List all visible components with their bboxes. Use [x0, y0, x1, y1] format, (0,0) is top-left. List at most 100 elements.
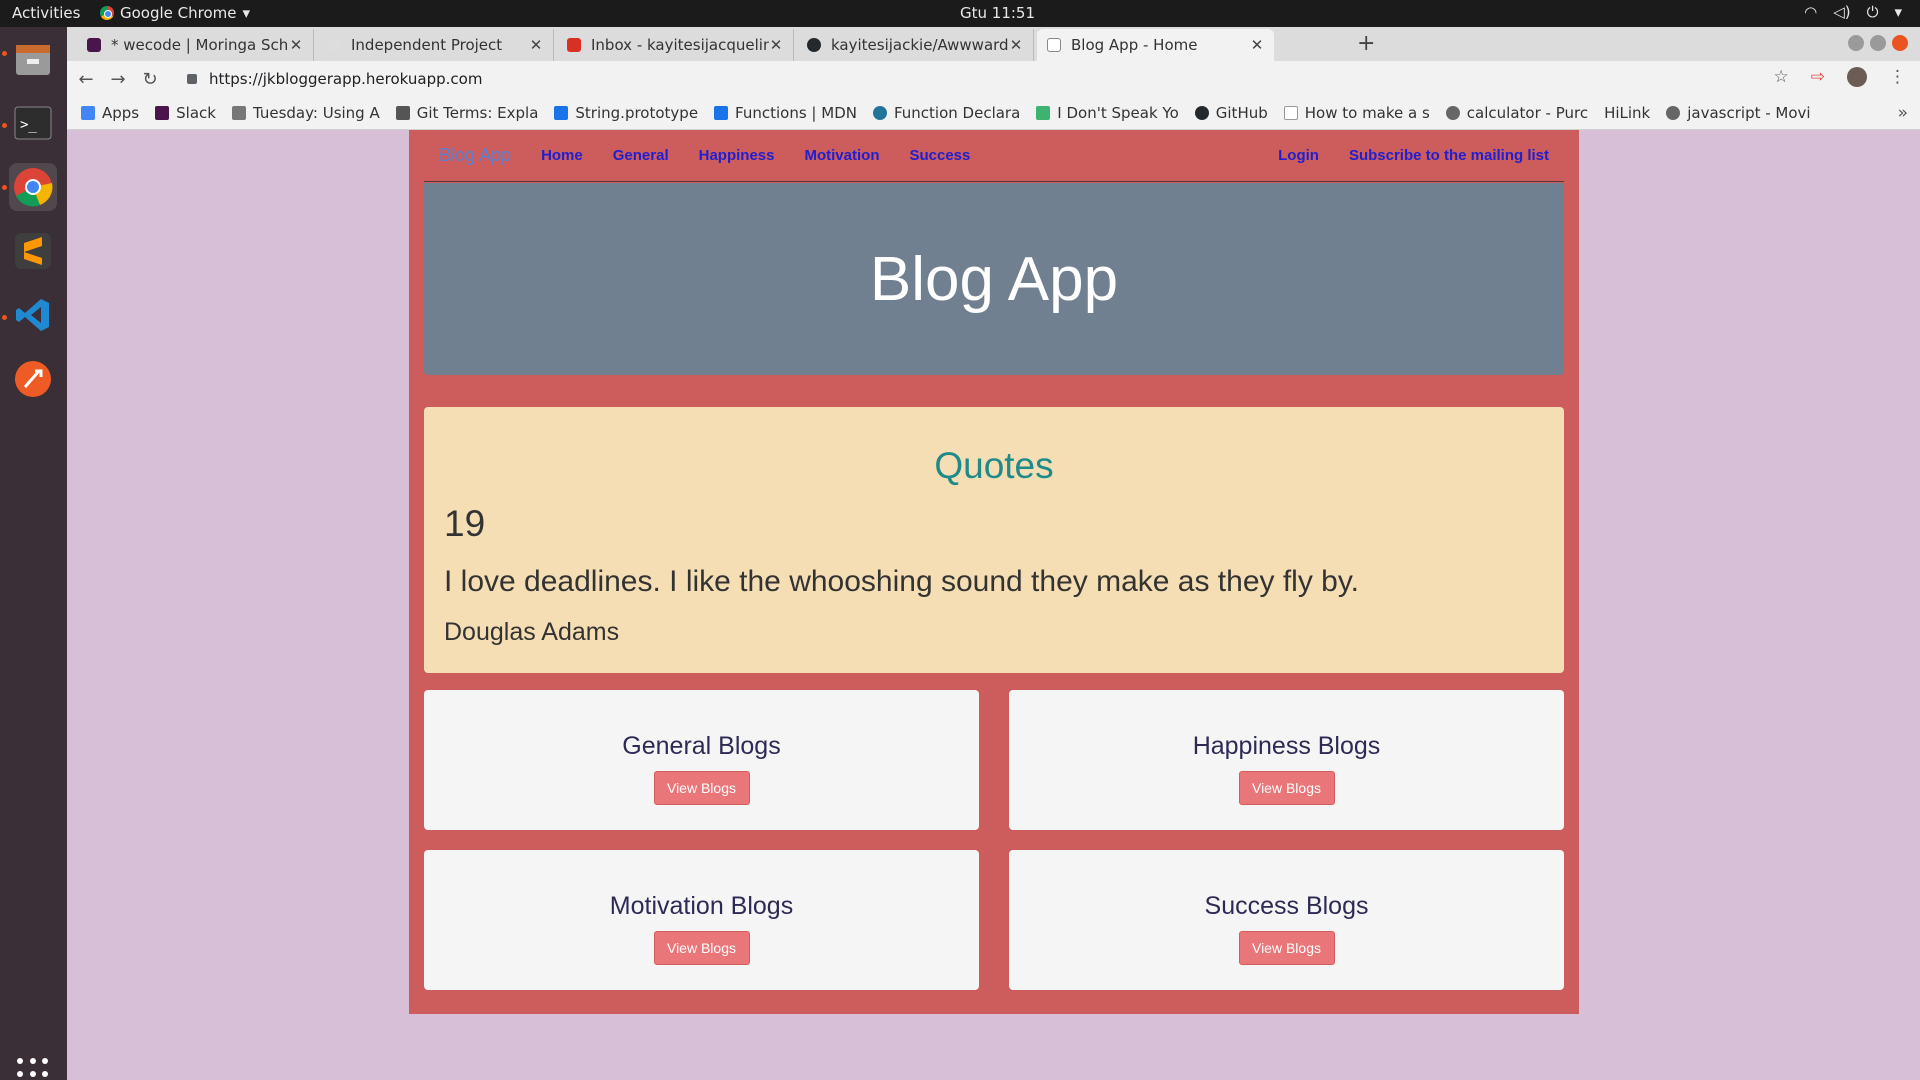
- files-icon: [16, 45, 50, 75]
- card-title: Success Blogs: [1204, 892, 1369, 920]
- postman-icon: [15, 361, 51, 397]
- minimize-button[interactable]: [1848, 35, 1864, 51]
- sublime-text-icon: [15, 233, 51, 269]
- bookmark-dont-speak[interactable]: I Don't Speak Yo: [1036, 104, 1179, 122]
- bookmark-string-prototype[interactable]: String.prototype: [554, 104, 698, 122]
- view-blogs-button[interactable]: View Blogs: [1238, 931, 1335, 965]
- forward-arrow-icon[interactable]: →: [105, 69, 131, 90]
- menu-kebab-icon[interactable]: ⋮: [1889, 67, 1906, 87]
- nav-link-subscribe[interactable]: Subscribe to the mailing list: [1349, 147, 1549, 164]
- bookmark-label: String.prototype: [575, 104, 699, 122]
- bookmark-label: HiLink: [1604, 104, 1651, 122]
- navbar-brand[interactable]: Blog App: [439, 145, 511, 166]
- globe-icon: [1666, 106, 1681, 120]
- nav-link-success[interactable]: Success: [909, 147, 970, 164]
- bookmark-label: Tuesday: Using A: [252, 104, 380, 122]
- nav-link-login[interactable]: Login: [1278, 147, 1319, 164]
- github-icon: [1194, 106, 1209, 120]
- bookmark-apps[interactable]: Apps: [81, 104, 139, 122]
- show-applications-icon[interactable]: [17, 1058, 49, 1080]
- card-title: Motivation Blogs: [609, 892, 794, 920]
- nav-link-general[interactable]: General: [613, 147, 669, 164]
- close-window-button[interactable]: [1892, 35, 1908, 51]
- tab-wecode[interactable]: * wecode | Moringa Schoo ✕: [77, 29, 314, 61]
- more-bookmarks-icon[interactable]: »: [1898, 103, 1908, 123]
- view-blogs-button[interactable]: View Blogs: [653, 931, 750, 965]
- wifi-icon: ◠: [1804, 3, 1818, 21]
- bookmark-label: javascript - Movi: [1687, 104, 1811, 122]
- view-blogs-button[interactable]: View Blogs: [1238, 771, 1335, 805]
- activities-button[interactable]: Activities: [12, 4, 80, 22]
- system-tray[interactable]: ◠ ◁) ⏻ ▾: [1804, 3, 1902, 21]
- nav-link-happiness[interactable]: Happiness: [699, 147, 775, 164]
- maximize-button[interactable]: [1870, 35, 1886, 51]
- nav-link-motivation[interactable]: Motivation: [804, 147, 879, 164]
- bookmark-label: calculator - Purc: [1466, 104, 1589, 122]
- close-icon[interactable]: ✕: [289, 36, 303, 54]
- gmail-favicon-icon: [567, 38, 581, 52]
- bookmark-how-to-make[interactable]: How to make a s: [1283, 104, 1430, 122]
- bookmark-javascript-movie[interactable]: javascript - Movi: [1666, 104, 1811, 122]
- bookmark-star-icon[interactable]: ☆: [1774, 67, 1789, 87]
- new-tab-button[interactable]: +: [1357, 31, 1375, 56]
- close-icon[interactable]: ✕: [769, 36, 783, 54]
- dock-terminal[interactable]: >_: [9, 99, 57, 147]
- back-arrow-icon[interactable]: ←: [73, 69, 99, 90]
- mdn-icon: [714, 106, 729, 120]
- dock: >_: [0, 27, 67, 1080]
- document-icon: [1283, 106, 1298, 120]
- tab-github[interactable]: kayitesijackie/Awwward- ✕: [797, 29, 1034, 61]
- extension-icon[interactable]: ⇨: [1811, 67, 1825, 87]
- tab-title: Independent Project: [351, 36, 503, 54]
- globe-icon: [1445, 106, 1460, 120]
- page-viewport: Blog App Home General Happiness Motivati…: [67, 130, 1920, 1080]
- close-icon[interactable]: ✕: [529, 36, 543, 54]
- app-menu-label: Google Chrome: [120, 4, 237, 22]
- dock-postman[interactable]: [9, 355, 57, 403]
- reload-icon[interactable]: ↻: [137, 69, 163, 90]
- dock-chrome[interactable]: [9, 163, 57, 211]
- tab-strip: * wecode | Moringa Schoo ✕ Independent P…: [67, 27, 1920, 61]
- dock-sublime[interactable]: [9, 227, 57, 275]
- nav-link-home[interactable]: Home: [541, 147, 583, 164]
- bookmark-slack[interactable]: Slack: [155, 104, 216, 122]
- tab-inbox[interactable]: Inbox - kayitesijacqueline ✕: [557, 29, 794, 61]
- bookmark-label: Apps: [102, 104, 140, 122]
- power-icon: ⏻: [1866, 3, 1879, 21]
- dock-vscode[interactable]: [9, 291, 57, 339]
- view-blogs-button[interactable]: View Blogs: [653, 771, 750, 805]
- dock-files[interactable]: [9, 35, 57, 83]
- close-icon[interactable]: ✕: [1009, 36, 1023, 54]
- terminal-icon: >_: [14, 106, 52, 140]
- browser-toolbar: ← → ↻ https://jkbloggerapp.herokuapp.com…: [67, 61, 1920, 97]
- tab-title: kayitesijackie/Awwward-: [831, 36, 1009, 54]
- page-container: Blog App Home General Happiness Motivati…: [409, 130, 1579, 1014]
- page-favicon-icon: [327, 38, 341, 52]
- running-indicator: [2, 185, 7, 190]
- bookmark-git-terms[interactable]: Git Terms: Expla: [395, 104, 538, 122]
- tab-independent-project[interactable]: Independent Project ✕: [317, 29, 554, 61]
- card-title: Happiness Blogs: [1192, 732, 1381, 760]
- page-title: Blog App: [869, 244, 1119, 314]
- clock[interactable]: Gtu 11:51: [960, 4, 1035, 22]
- url-text: https://jkbloggerapp.herokuapp.com: [209, 70, 483, 88]
- wordpress-icon: [872, 106, 887, 120]
- profile-avatar[interactable]: [1847, 67, 1867, 87]
- close-icon[interactable]: ✕: [1250, 36, 1264, 54]
- app-menu[interactable]: Google Chrome ▾: [100, 4, 250, 22]
- bookmark-tuesday[interactable]: Tuesday: Using A: [231, 104, 380, 122]
- bookmark-github[interactable]: GitHub: [1194, 104, 1268, 122]
- quote-text: I love deadlines. I like the whooshing s…: [444, 565, 1359, 598]
- apps-grid-icon: [81, 106, 95, 120]
- bookmark-function-declaration[interactable]: Function Declara: [872, 104, 1020, 122]
- tab-title: * wecode | Moringa Schoo: [111, 36, 289, 54]
- bookmark-functions-mdn[interactable]: Functions | MDN: [714, 104, 857, 122]
- mdn-icon: [554, 106, 569, 120]
- address-bar[interactable]: https://jkbloggerapp.herokuapp.com: [179, 63, 1869, 95]
- vue-icon: [1036, 106, 1051, 120]
- tab-blog-app-home[interactable]: Blog App - Home ✕: [1037, 29, 1274, 61]
- shield-icon: [395, 106, 410, 120]
- bookmark-calculator[interactable]: calculator - Purc: [1445, 104, 1589, 122]
- navbar-right: Login Subscribe to the mailing list: [1278, 147, 1564, 164]
- bookmark-hilink[interactable]: HiLink: [1604, 104, 1650, 122]
